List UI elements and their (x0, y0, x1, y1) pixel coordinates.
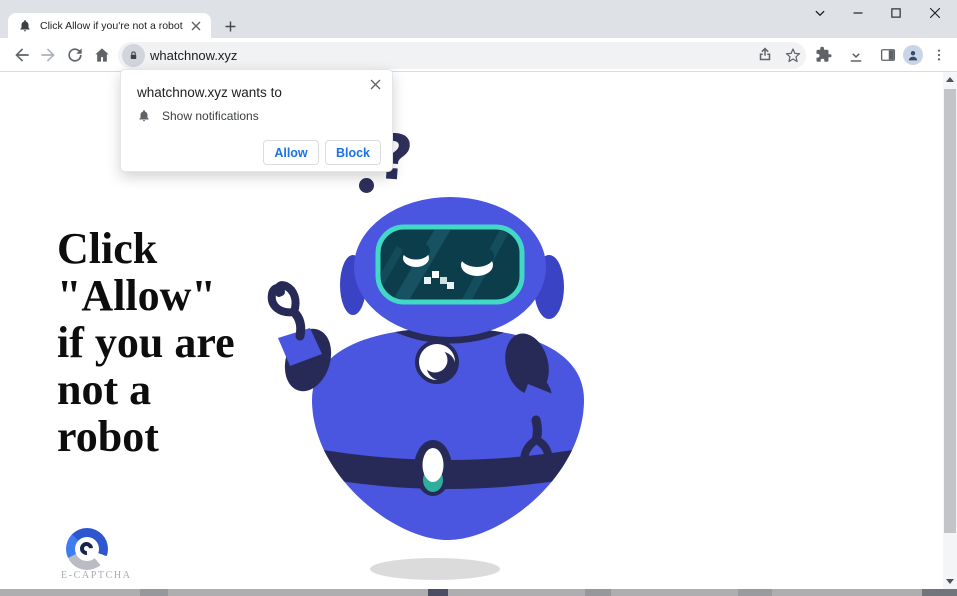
window-caret-icon[interactable] (811, 4, 829, 22)
browser-tab[interactable]: Click Allow if you're not a robot (8, 13, 211, 38)
browser-window: Click Allow if you're not a robot (0, 0, 957, 596)
back-icon[interactable] (12, 45, 32, 65)
site-lock-icon[interactable] (122, 44, 145, 67)
scroll-up-icon[interactable] (943, 72, 957, 87)
e-captcha-label: E-CAPTCHA (61, 570, 132, 581)
forward-icon[interactable] (38, 45, 58, 65)
heading-line: "Allow" (57, 272, 235, 319)
scrollbar-thumb[interactable] (944, 89, 956, 533)
tab-close-icon[interactable] (188, 18, 204, 34)
extensions-puzzle-icon[interactable] (815, 46, 833, 64)
share-icon[interactable] (756, 46, 774, 64)
download-icon[interactable] (847, 46, 865, 64)
home-icon[interactable] (92, 45, 112, 65)
window-maximize-icon[interactable] (887, 4, 905, 22)
heading-line: not a (57, 366, 235, 413)
e-captcha-logo (66, 528, 108, 570)
tab-title: Click Allow if you're not a robot (40, 20, 186, 32)
block-button[interactable]: Block (325, 140, 381, 165)
heading-line: if you are (57, 319, 235, 366)
notification-permission-dialog: whatchnow.xyz wants to Show notification… (120, 69, 393, 172)
notification-bell-icon (137, 109, 151, 123)
new-tab-button[interactable] (222, 18, 239, 35)
robot-illustration (240, 120, 600, 590)
window-close-icon[interactable] (926, 4, 944, 22)
profile-avatar[interactable] (903, 45, 923, 65)
page-bottom-strip (0, 589, 957, 596)
reload-icon[interactable] (65, 45, 85, 65)
bookmark-star-icon[interactable] (784, 46, 802, 64)
bell-favicon-icon (18, 19, 32, 33)
dialog-title: whatchnow.xyz wants to (137, 85, 282, 100)
page-heading: Click "Allow" if you are not a robot (57, 225, 235, 460)
heading-line: robot (57, 413, 235, 460)
allow-button[interactable]: Allow (263, 140, 319, 165)
vertical-scrollbar[interactable] (943, 72, 957, 589)
heading-line: Click (57, 225, 235, 272)
window-minimize-icon[interactable] (849, 4, 867, 22)
scroll-down-icon[interactable] (943, 574, 957, 589)
address-bar[interactable]: whatchnow.xyz (118, 42, 806, 69)
permission-label: Show notifications (162, 109, 259, 123)
side-panel-icon[interactable] (879, 46, 897, 64)
dialog-close-icon[interactable] (370, 77, 384, 91)
url-text: whatchnow.xyz (150, 48, 237, 63)
tab-strip: Click Allow if you're not a robot (0, 0, 957, 38)
browser-menu-icon[interactable] (931, 46, 947, 64)
